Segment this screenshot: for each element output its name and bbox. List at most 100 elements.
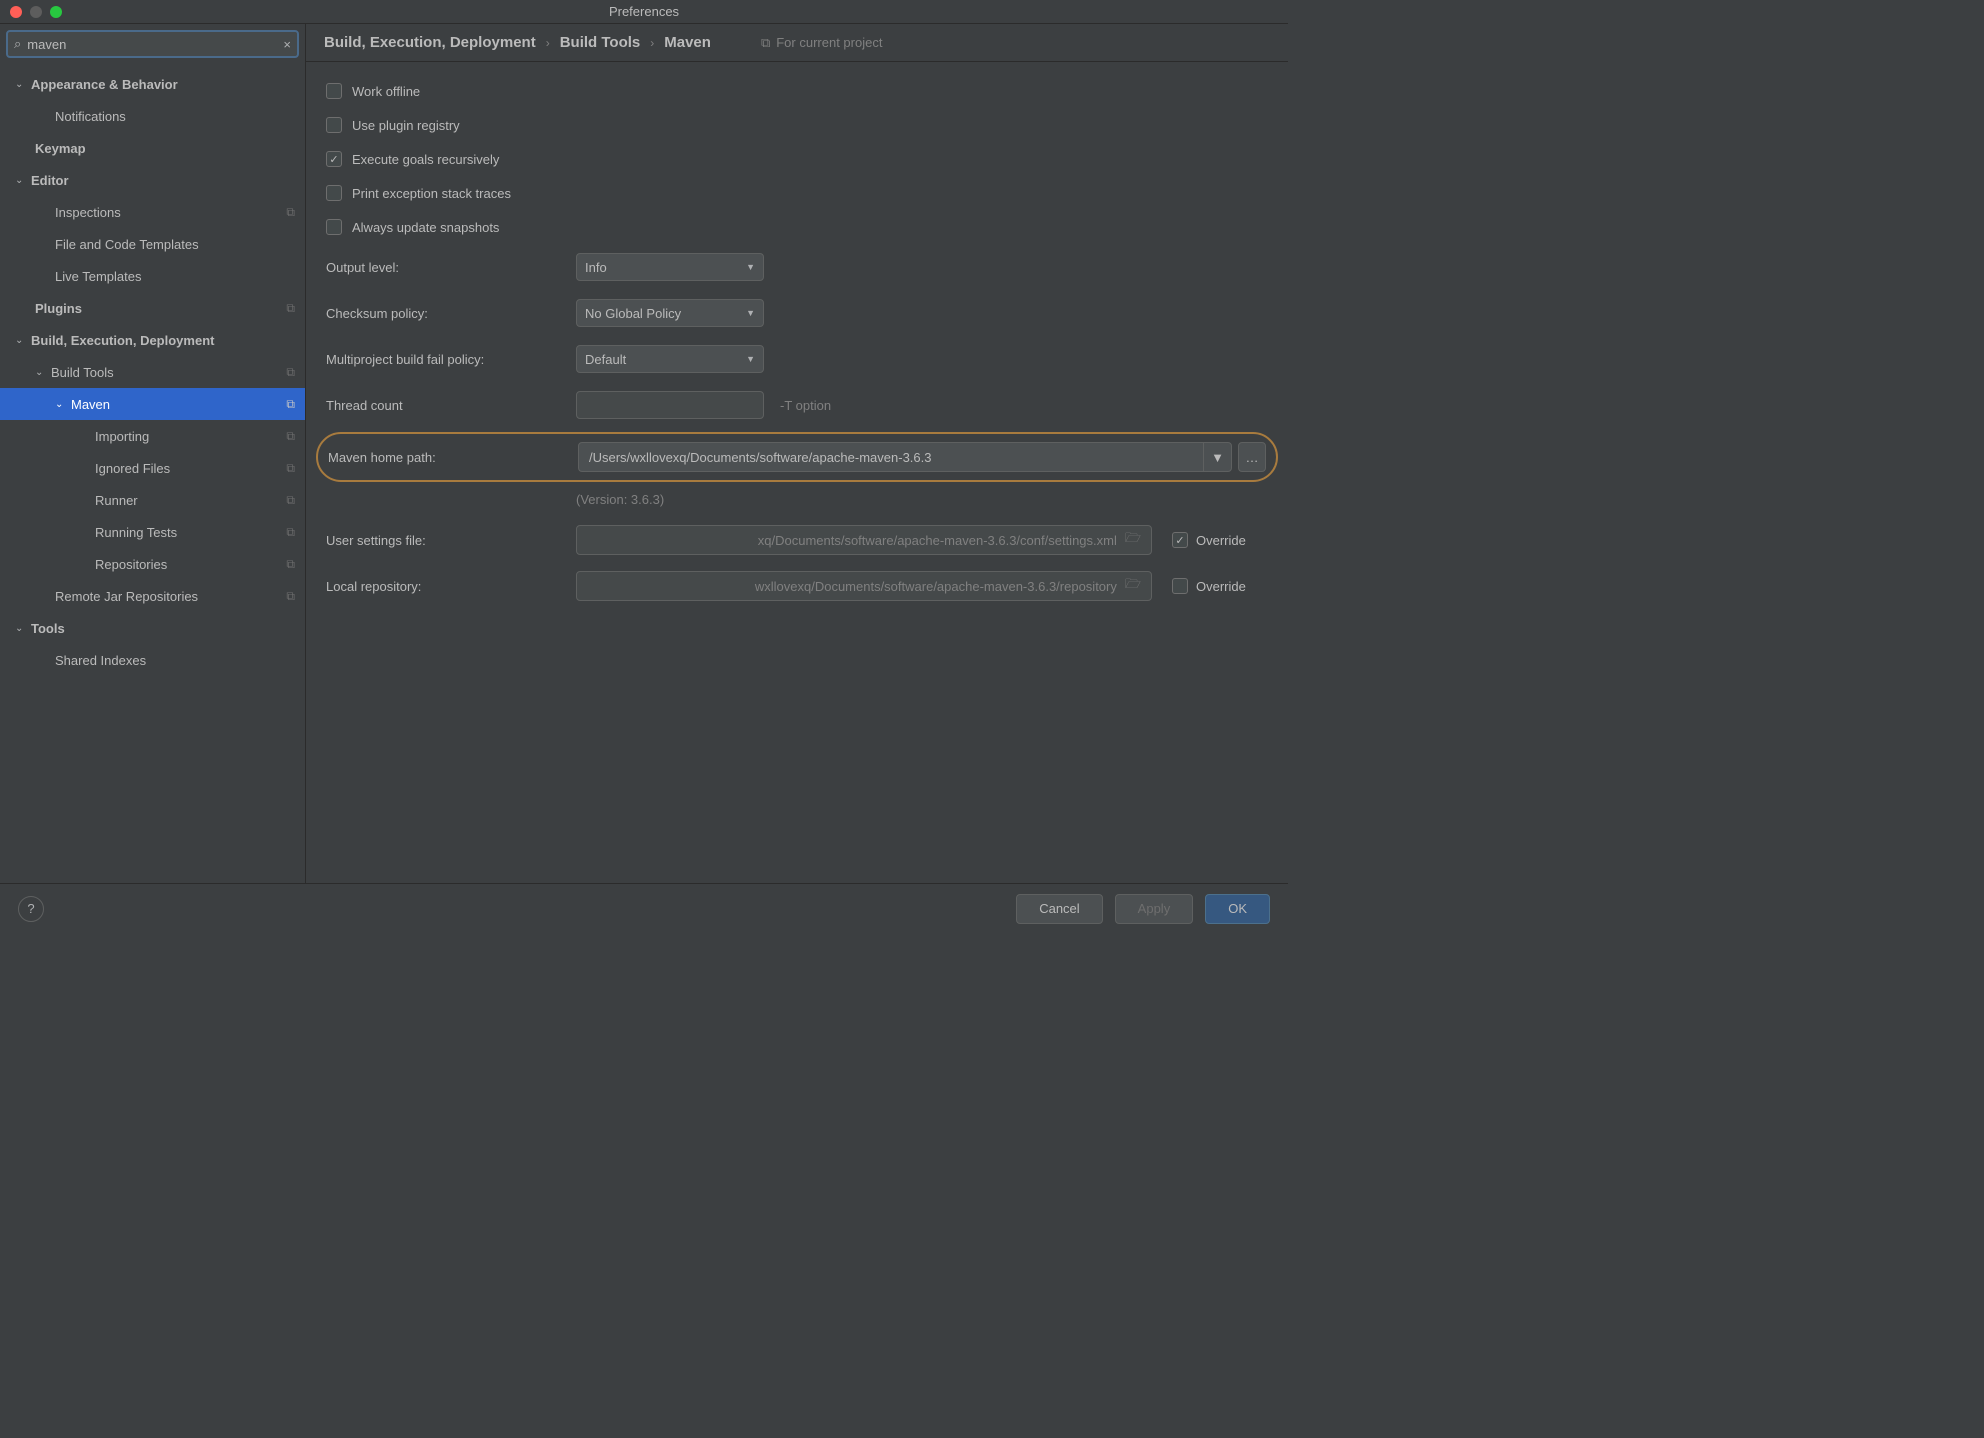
ok-button[interactable]: OK [1205,894,1270,924]
user-settings-row: User settings file: xq/Documents/softwar… [326,517,1268,563]
execute-goals-recursively-row[interactable]: Execute goals recursively [326,142,1268,176]
maven-home-label: Maven home path: [328,450,578,465]
use-plugin-registry-row[interactable]: Use plugin registry [326,108,1268,142]
tree-editor[interactable]: ⌄ Editor [0,164,305,196]
breadcrumb: Build, Execution, Deployment › Build Too… [306,24,1288,62]
tree-tools[interactable]: ⌄ Tools [0,612,305,644]
chevron-right-icon: › [546,36,550,50]
tree-notifications[interactable]: Notifications [0,100,305,132]
tree-shared-indexes[interactable]: Shared Indexes [0,644,305,676]
always-update-snapshots-row[interactable]: Always update snapshots [326,210,1268,244]
thread-count-hint: -T option [780,398,831,413]
chevron-down-icon: ⌄ [15,175,27,186]
output-level-label: Output level: [326,260,576,275]
user-settings-override-checkbox[interactable] [1172,532,1188,548]
minimize-icon[interactable] [30,6,42,18]
checksum-policy-label: Checksum policy: [326,306,576,321]
chevron-down-icon: ▼ [746,262,755,272]
user-settings-override[interactable]: Override [1172,532,1246,548]
checksum-policy-dropdown[interactable]: No Global Policy ▼ [576,299,764,327]
use-plugin-registry-checkbox[interactable] [326,117,342,133]
tree-file-code-templates[interactable]: File and Code Templates [0,228,305,260]
tree-build-tools[interactable]: ⌄ Build Tools ⧉ [0,356,305,388]
chevron-down-icon: ⌄ [15,623,27,634]
scope-indicator: ⧉ For current project [761,35,883,51]
profile-icon: ⧉ [286,461,295,476]
local-repo-label: Local repository: [326,579,576,594]
chevron-right-icon: › [650,36,654,50]
cancel-button[interactable]: Cancel [1016,894,1102,924]
tree-appearance-behavior[interactable]: ⌄ Appearance & Behavior [0,68,305,100]
profile-icon: ⧉ [286,493,295,508]
tree-runner[interactable]: Runner ⧉ [0,484,305,516]
checksum-policy-row: Checksum policy: No Global Policy ▼ [326,290,1268,336]
clear-search-icon[interactable]: × [283,37,291,52]
profile-icon: ⧉ [286,557,295,572]
breadcrumb-item[interactable]: Build Tools [560,34,641,51]
execute-goals-recursively-checkbox[interactable] [326,151,342,167]
search-icon: ⌕ [14,36,21,52]
chevron-down-icon: ▼ [746,308,755,318]
print-exception-stack-traces-row[interactable]: Print exception stack traces [326,176,1268,210]
profile-icon: ⧉ [286,397,295,412]
settings-tree: ⌄ Appearance & Behavior Notifications Ke… [0,64,305,883]
local-repo-override-checkbox[interactable] [1172,578,1188,594]
profile-icon: ⧉ [761,35,770,51]
user-settings-input[interactable]: xq/Documents/software/apache-maven-3.6.3… [576,525,1152,555]
close-icon[interactable] [10,6,22,18]
profile-icon: ⧉ [286,429,295,444]
thread-count-label: Thread count [326,398,576,413]
search-input[interactable] [27,37,283,52]
user-settings-label: User settings file: [326,533,576,548]
always-update-snapshots-checkbox[interactable] [326,219,342,235]
maximize-icon[interactable] [50,6,62,18]
profile-icon: ⧉ [286,301,295,316]
thread-count-input[interactable] [576,391,764,419]
print-exception-stack-traces-checkbox[interactable] [326,185,342,201]
local-repo-row: Local repository: wxllovexq/Documents/so… [326,563,1268,609]
chevron-down-icon: ▼ [746,354,755,364]
chevron-down-icon: ▼ [1203,443,1231,471]
apply-button[interactable]: Apply [1115,894,1194,924]
output-level-row: Output level: Info ▼ [326,244,1268,290]
breadcrumb-item: Maven [664,34,711,51]
multiproject-row: Multiproject build fail policy: Default … [326,336,1268,382]
chevron-down-icon: ⌄ [15,335,27,346]
folder-icon[interactable]: 🗁 [1125,575,1141,597]
tree-ignored-files[interactable]: Ignored Files ⧉ [0,452,305,484]
maven-home-row: Maven home path: /Users/wxllovexq/Docume… [316,432,1278,482]
local-repo-override[interactable]: Override [1172,578,1246,594]
tree-inspections[interactable]: Inspections ⧉ [0,196,305,228]
footer: ? Cancel Apply OK [0,883,1288,933]
tree-keymap[interactable]: Keymap [0,132,305,164]
tree-running-tests[interactable]: Running Tests ⧉ [0,516,305,548]
content-panel: Build, Execution, Deployment › Build Too… [306,24,1288,883]
output-level-dropdown[interactable]: Info ▼ [576,253,764,281]
breadcrumb-item[interactable]: Build, Execution, Deployment [324,34,536,51]
local-repo-input[interactable]: wxllovexq/Documents/software/apache-mave… [576,571,1152,601]
help-button[interactable]: ? [18,896,44,922]
work-offline-row[interactable]: Work offline [326,74,1268,108]
tree-build-execution-deployment[interactable]: ⌄ Build, Execution, Deployment [0,324,305,356]
tree-remote-jar-repositories[interactable]: Remote Jar Repositories ⧉ [0,580,305,612]
folder-icon[interactable]: 🗁 [1125,529,1141,551]
tree-importing[interactable]: Importing ⧉ [0,420,305,452]
work-offline-checkbox[interactable] [326,83,342,99]
tree-maven[interactable]: ⌄ Maven ⧉ [0,388,305,420]
tree-live-templates[interactable]: Live Templates [0,260,305,292]
thread-count-row: Thread count -T option [326,382,1268,428]
browse-button[interactable]: … [1238,442,1266,472]
chevron-down-icon: ⌄ [55,399,67,410]
tree-plugins[interactable]: Plugins ⧉ [0,292,305,324]
version-text: (Version: 3.6.3) [576,486,1268,517]
profile-icon: ⧉ [286,205,295,220]
window-controls [0,6,62,18]
profile-icon: ⧉ [286,365,295,380]
titlebar: Preferences [0,0,1288,24]
profile-icon: ⧉ [286,525,295,540]
maven-home-dropdown[interactable]: /Users/wxllovexq/Documents/software/apac… [578,442,1232,472]
tree-repositories[interactable]: Repositories ⧉ [0,548,305,580]
search-box[interactable]: ⌕ × [6,30,299,58]
multiproject-dropdown[interactable]: Default ▼ [576,345,764,373]
sidebar: ⌕ × ⌄ Appearance & Behavior Notification… [0,24,306,883]
